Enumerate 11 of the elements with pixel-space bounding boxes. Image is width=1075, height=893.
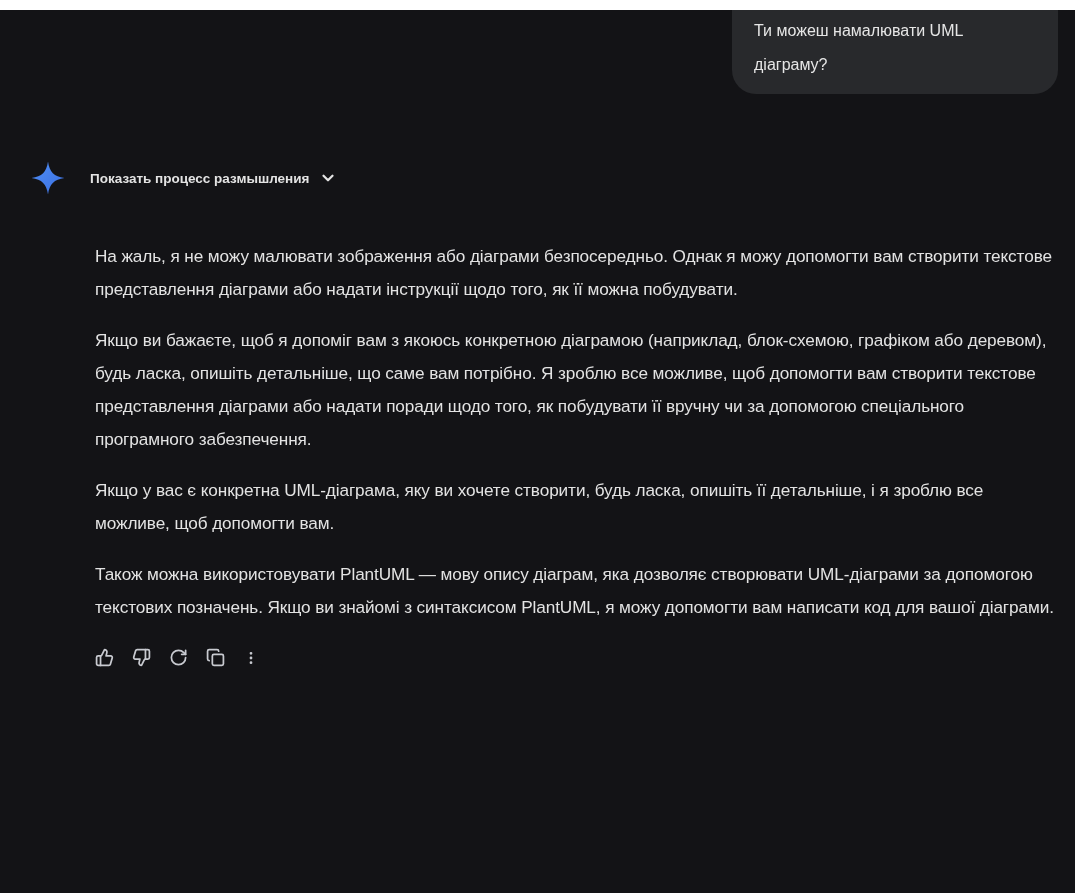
thumbs-down-icon[interactable] [132,648,151,667]
response-paragraph: Якщо ви бажаєте, щоб я допоміг вам з якоюсь конкретною діаграмою (наприклад, блок-схемою, графіком або деревом), будь ласка, опишіть детальніше, що саме вам потрібно. Я зроблю все можливе, щоб допомогти вам створити текстове представлення діаграми або надати поради щодо того, як побудувати її вручну чи за допомогою спеціального програмного забезпечення. [95,329,1048,451]
response-paragraph: На жаль, я не можу малювати зображення або діаграми безпосередньо. Однак я можу допомогти вам створити текстове представлення діаграми або надати інструкції щодо того, як її можна побудувати. [95,245,1053,301]
response-paragraph: Якщо у вас є конкретна UML-діаграма, яку ви хочете створити, будь ласка, опишіть її детальніше, і я зроблю все можливе, щоб допомогти вам. [95,479,985,535]
refresh-icon[interactable] [169,648,188,667]
copy-icon[interactable] [206,648,225,667]
response-paragraph: Також можна використовувати PlantUML — мову опису діаграм, яка дозволяє створювати UML-діаграми за допомогою текстових позначень. Якщо ви знайомі з синтаксисом PlantUML, я можу допомогти вам написати код для вашої діаграми. [95,563,1055,619]
thumbs-up-icon[interactable] [95,648,114,667]
user-message: Ти можеш намалювати UML діаграму? [732,10,1058,94]
show-thinking-toggle[interactable]: Показать процесс размышления [90,169,338,187]
sparkle-icon [30,160,66,196]
